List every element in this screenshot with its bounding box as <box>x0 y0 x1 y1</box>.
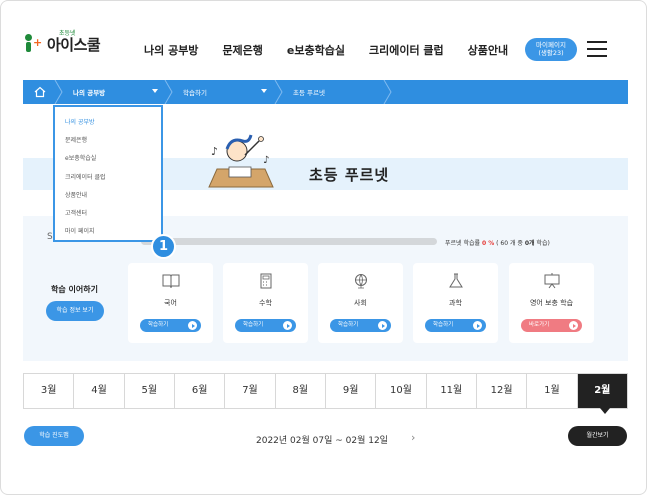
english-go-button[interactable]: 바로가기 <box>521 319 582 332</box>
breadcrumb-separator-icon <box>383 80 392 104</box>
tab-month-12[interactable]: 12월 <box>477 374 528 408</box>
nav-e-supplement[interactable]: e보충학습실 <box>287 42 345 58</box>
dropdown-item-e-supplement[interactable]: e보충학습실 <box>55 153 161 171</box>
logo-mark-icon: + <box>23 33 43 53</box>
logo-main-text: 아이스쿨 <box>47 36 101 54</box>
subject-name: 과학 <box>449 299 462 307</box>
play-icon <box>378 321 387 330</box>
tab-month-1[interactable]: 1월 <box>527 374 578 408</box>
breadcrumb-item-learning[interactable]: 학습하기 <box>183 87 207 97</box>
hamburger-menu-icon[interactable] <box>587 40 607 58</box>
mypage-sub-label: (생활23) <box>538 49 564 57</box>
tab-month-5[interactable]: 5월 <box>125 374 175 408</box>
site-logo[interactable]: + 초등넷 아이스쿨 <box>23 31 101 54</box>
main-navigation: 나의 공부방 문제은행 e보충학습실 크리에이터 클럽 상품안내 <box>144 42 532 58</box>
subject-name: 수학 <box>259 299 272 307</box>
play-icon <box>283 321 292 330</box>
progress-percent: 0 % <box>481 240 495 247</box>
tab-month-6[interactable]: 6월 <box>175 374 226 408</box>
study-social-button[interactable]: 학습하기 <box>330 319 391 332</box>
chevron-right-icon[interactable]: › <box>411 431 415 444</box>
tab-month-9[interactable]: 9월 <box>326 374 377 408</box>
page-title: 초등 푸르넷 <box>309 166 390 184</box>
subject-card-korean: 국어 학습하기 <box>128 263 213 343</box>
page-frame: + 초등넷 아이스쿨 나의 공부방 문제은행 e보충학습실 크리에이터 클럽 상… <box>0 0 647 495</box>
progress-map-button[interactable]: 학습 진도맵 <box>24 426 84 446</box>
book-icon <box>162 274 180 289</box>
site-header: + 초등넷 아이스쿨 나의 공부방 문제은행 e보충학습실 크리에이터 클럽 상… <box>1 1 646 79</box>
tab-month-11[interactable]: 11월 <box>427 374 477 408</box>
month-tabs: 3월 4월 5월 6월 7월 8월 9월 10월 11월 12월 1월 2월 <box>23 373 628 414</box>
panel-hint-text: S <box>47 232 53 242</box>
breadcrumb-item-elementary-purunet[interactable]: 초등 푸르넷 <box>293 87 325 97</box>
study-info-button[interactable]: 학습 정보 보기 <box>46 301 104 321</box>
subject-name: 국어 <box>164 299 177 307</box>
tab-month-4[interactable]: 4월 <box>74 374 125 408</box>
study-progress-text: 푸르넷 학습률 0 % ( 60 개 중 0개 학습) <box>445 240 550 247</box>
step-number-badge: 1 <box>151 234 176 259</box>
dropdown-item-my-study[interactable]: 나의 공부방 <box>55 117 161 135</box>
study-science-button[interactable]: 학습하기 <box>425 319 486 332</box>
dropdown-item-creator-club[interactable]: 크리에이터 클럽 <box>55 172 161 190</box>
chevron-down-icon[interactable] <box>152 89 158 93</box>
breadcrumb-separator-icon <box>164 80 173 104</box>
subject-card-math: 수학 학습하기 <box>223 263 308 343</box>
calculator-icon <box>260 273 272 289</box>
subject-card-english: 영어 보충 학습 바로가기 <box>509 263 594 343</box>
breadcrumb-dropdown-menu: 나의 공부방 문제은행 e보충학습실 크리에이터 클럽 상품안내 고객센터 마이… <box>53 105 163 242</box>
mypage-button[interactable]: 마이페이지 (생활23) <box>525 38 577 61</box>
chevron-down-icon[interactable] <box>261 89 267 93</box>
nav-creator-club[interactable]: 크리에이터 클럽 <box>369 42 444 58</box>
play-icon <box>473 321 482 330</box>
tab-month-7[interactable]: 7월 <box>225 374 276 408</box>
tab-month-8[interactable]: 8월 <box>276 374 326 408</box>
svg-text:♪: ♪ <box>263 155 269 166</box>
week-date-range: 2022년 02월 07일 ~ 02월 12일 <box>256 436 388 446</box>
breadcrumb-separator-icon <box>274 80 283 104</box>
tab-month-3[interactable]: 3월 <box>24 374 75 408</box>
dropdown-item-my-page[interactable]: 마이 페이지 <box>55 226 161 244</box>
breadcrumb-item-my-study[interactable]: 나의 공부방 <box>73 87 105 97</box>
play-icon <box>188 321 197 330</box>
breadcrumb-separator-icon <box>54 80 63 104</box>
mypage-label: 마이페이지 <box>536 41 566 49</box>
svg-text:♪: ♪ <box>211 145 218 158</box>
english-board-icon <box>544 273 560 289</box>
study-korean-button[interactable]: 학습하기 <box>140 319 201 332</box>
study-math-button[interactable]: 학습하기 <box>235 319 296 332</box>
home-icon[interactable] <box>33 85 47 99</box>
monthly-view-button[interactable]: 월간보기 <box>568 426 627 446</box>
globe-icon <box>355 274 367 289</box>
nav-products[interactable]: 상품안내 <box>468 42 508 58</box>
flask-icon <box>449 273 463 288</box>
nav-my-study-room[interactable]: 나의 공부방 <box>144 42 198 58</box>
dropdown-item-question-bank[interactable]: 문제은행 <box>55 135 161 153</box>
subject-card-science: 과학 학습하기 <box>413 263 498 343</box>
study-progress-bar <box>141 238 437 245</box>
nav-question-bank[interactable]: 문제은행 <box>222 42 262 58</box>
tab-month-10[interactable]: 10월 <box>376 374 427 408</box>
tab-month-2[interactable]: 2월 <box>577 374 628 414</box>
continue-study-title: 학습 이어하기 <box>51 285 98 294</box>
subject-card-social: 사회 학습하기 <box>318 263 403 343</box>
subject-name: 사회 <box>354 299 367 307</box>
pencil-icon <box>569 321 578 330</box>
dropdown-item-products[interactable]: 상품안내 <box>55 190 161 208</box>
subject-name: 영어 보충 학습 <box>529 299 574 307</box>
dropdown-item-customer-center[interactable]: 고객센터 <box>55 208 161 226</box>
breadcrumb: 나의 공부방 학습하기 초등 푸르넷 <box>23 80 628 104</box>
student-illustration-icon: ♪ ♪ <box>208 134 274 188</box>
